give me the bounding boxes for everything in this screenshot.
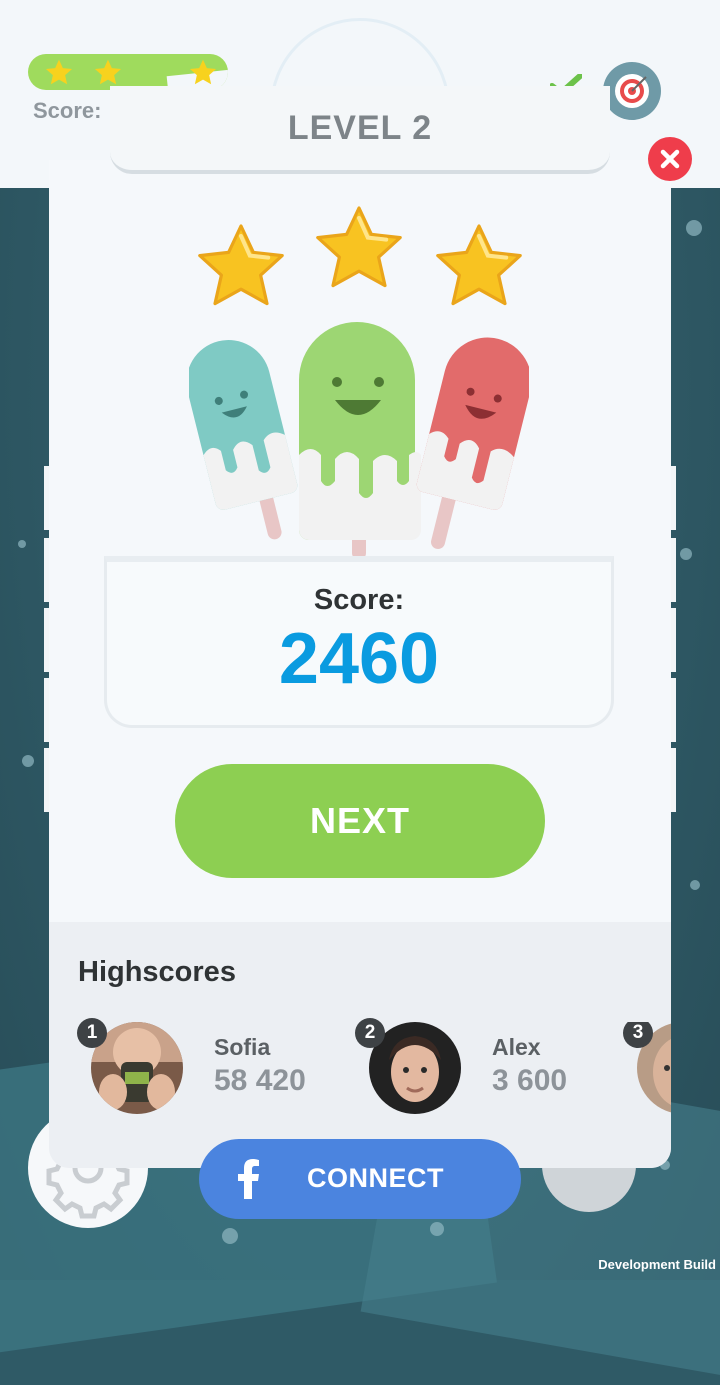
player-score: 58 420 <box>214 1064 306 1097</box>
star-icon <box>436 224 522 306</box>
close-icon <box>660 149 680 169</box>
highscores-section: Highscores 1 Sofia 58 420 2 Alex 3 600 3 <box>49 922 671 1168</box>
player-name: Sofia <box>214 1034 271 1060</box>
background-dot <box>690 880 700 890</box>
player-score: 3 600 <box>492 1064 568 1097</box>
score-box: Score: 2460 <box>104 556 614 728</box>
background-dot <box>430 1222 444 1236</box>
facebook-icon <box>238 1159 259 1199</box>
rank-badge: 2 <box>355 1018 385 1048</box>
popsicle-mascots-illustration <box>189 322 529 560</box>
target-button[interactable] <box>603 62 661 120</box>
background-dot <box>680 548 692 560</box>
rank-badge: 1 <box>77 1018 107 1048</box>
background-dot <box>686 220 702 236</box>
background-dot <box>18 540 26 548</box>
star-icon <box>45 59 73 85</box>
highscore-entry[interactable]: 2 Alex 3 600 <box>355 1018 615 1118</box>
level-header: LEVEL 2 <box>110 86 610 174</box>
star-icon <box>189 59 217 85</box>
level-title: LEVEL 2 <box>287 108 433 147</box>
level-complete-panel: Score: 2460 NEXT Highscores 1 Sofia 58 4… <box>49 160 671 1168</box>
connect-label: CONNECT <box>307 1163 444 1193</box>
star-icon <box>94 59 122 85</box>
target-icon <box>615 74 649 108</box>
facebook-connect-button[interactable]: CONNECT <box>199 1139 521 1219</box>
score-value: 2460 <box>278 619 440 699</box>
score-label: Score: <box>313 584 405 616</box>
player-name: Alex <box>492 1034 541 1060</box>
development-build-label: Development Build <box>598 1257 716 1272</box>
highscore-entry[interactable]: 1 Sofia 58 420 <box>77 1018 337 1118</box>
level-stars <box>49 200 671 320</box>
background-dot <box>222 1228 238 1244</box>
star-icon <box>316 206 402 288</box>
star-icon <box>198 224 284 306</box>
next-button[interactable]: NEXT <box>175 764 545 878</box>
highscores-title: Highscores <box>78 956 236 988</box>
close-button[interactable] <box>648 137 692 181</box>
background-dot <box>22 755 34 767</box>
next-button-label: NEXT <box>309 800 410 841</box>
highscore-entry[interactable]: 3 <box>623 1022 671 1118</box>
hud-score-label: Score: <box>33 98 102 123</box>
